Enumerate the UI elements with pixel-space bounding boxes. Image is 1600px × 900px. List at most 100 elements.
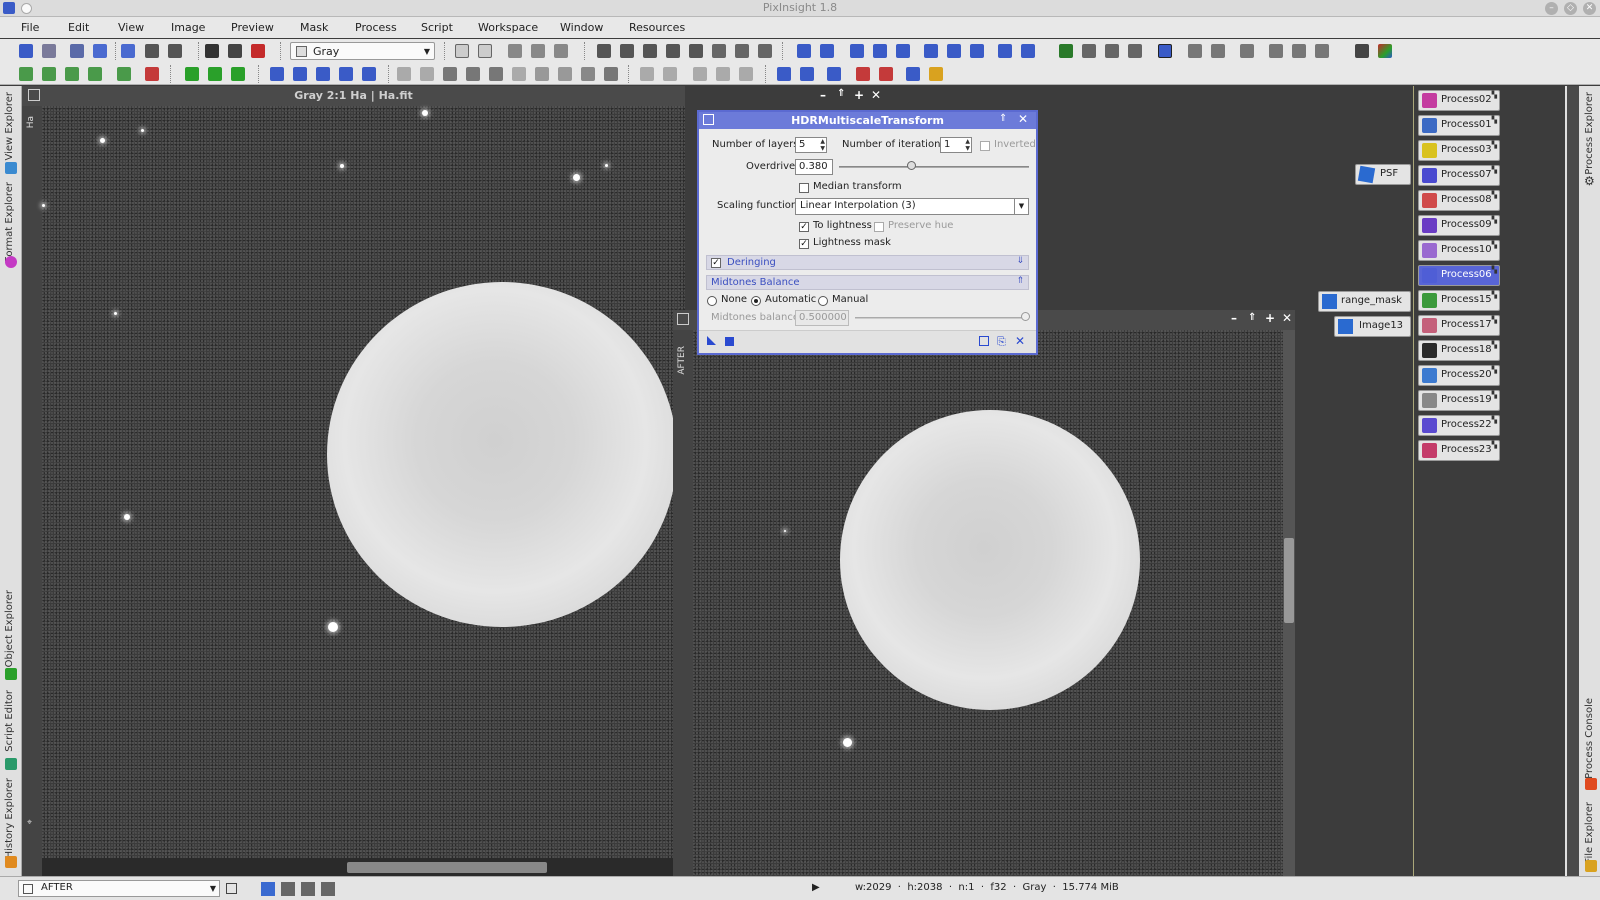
horizontal-scrollbar[interactable] [347, 862, 547, 873]
vertical-scrollbar[interactable] [1283, 330, 1295, 876]
panel-scrollbar[interactable] [1567, 86, 1579, 876]
mask-i-icon[interactable] [581, 67, 595, 81]
browse-doc-icon[interactable] [979, 336, 989, 346]
preview-edit-icon[interactable] [531, 44, 545, 58]
menu-file[interactable]: File [21, 21, 39, 34]
tab-view-explorer[interactable]: View Explorer [2, 92, 20, 176]
monitor-icon[interactable] [777, 67, 791, 81]
desktop-icon-range-mask[interactable]: range_mask [1318, 291, 1411, 312]
zoom-window-icon[interactable]: + [854, 88, 864, 102]
midtones-balance-field[interactable]: 0.500000 [795, 310, 849, 326]
shade-icon[interactable]: – [1231, 311, 1237, 325]
deringing-checkbox[interactable]: ✓ [711, 258, 721, 268]
radio-none[interactable] [707, 296, 717, 306]
tab-object-explorer[interactable]: Object Explorer [2, 590, 20, 682]
radio-automatic[interactable] [751, 296, 761, 306]
process-icon-process23[interactable]: Process23 ▚ [1418, 440, 1500, 461]
channel-b-icon[interactable] [1269, 44, 1283, 58]
explorer-icon-b[interactable] [208, 67, 222, 81]
stf-auto-icon[interactable] [1105, 44, 1119, 58]
view-a-icon[interactable] [640, 67, 654, 81]
mode-a-icon[interactable] [261, 882, 275, 896]
new-image-icon[interactable] [93, 44, 107, 58]
save-as-icon[interactable] [168, 44, 182, 58]
zoom-window-icon[interactable]: + [1265, 311, 1275, 325]
select-icon[interactable] [712, 44, 726, 58]
midtones-balance-section[interactable]: Midtones Balance ⇑ [706, 275, 1029, 290]
process-icon-process17[interactable]: Process17 ▚ [1418, 315, 1500, 336]
view-c-icon[interactable] [693, 67, 707, 81]
menu-mask[interactable]: Mask [300, 21, 328, 34]
transparency-icon[interactable] [1355, 44, 1369, 58]
monitor-g-icon[interactable] [929, 67, 943, 81]
rotate-right-icon[interactable] [293, 67, 307, 81]
midtones-balance-slider[interactable] [855, 317, 1029, 319]
close-window-icon[interactable]: ✕ [871, 88, 881, 102]
radio-manual[interactable] [818, 296, 828, 306]
process-icon-process03[interactable]: Process03 ▚ [1418, 140, 1500, 161]
menu-window[interactable]: Window [560, 21, 603, 34]
view-e-icon[interactable] [739, 67, 753, 81]
menu-image[interactable]: Image [171, 21, 205, 34]
median-transform-checkbox[interactable] [799, 183, 809, 193]
stf-link-icon[interactable] [1082, 44, 1096, 58]
view-d-icon[interactable] [716, 67, 730, 81]
channel-a-icon[interactable] [1315, 44, 1329, 58]
mask-a-icon[interactable] [397, 67, 411, 81]
view-options-icon[interactable] [226, 883, 237, 894]
duplicate-icon[interactable] [70, 44, 84, 58]
channel-g-icon[interactable] [1240, 44, 1254, 58]
zoom-to-fit-icon[interactable] [643, 44, 657, 58]
process-icon-process08[interactable]: Process08 ▚ [1418, 190, 1500, 211]
fit-window-icon[interactable] [924, 44, 938, 58]
preview-delete-icon[interactable] [554, 44, 568, 58]
overdrive-field[interactable]: 0.380 [795, 159, 833, 175]
maximize-icon[interactable]: ◇ [1564, 2, 1577, 15]
monitor-f-icon[interactable] [906, 67, 920, 81]
process-icon-process19[interactable]: Process19 ▚ [1418, 390, 1500, 411]
cascade-icon[interactable] [1021, 44, 1035, 58]
process-icon-process20[interactable]: Process20 ▚ [1418, 365, 1500, 386]
show-mask-icon[interactable] [251, 44, 265, 58]
tab-process-console[interactable]: Process Console [1582, 698, 1600, 790]
pointer-icon[interactable] [758, 44, 772, 58]
process-icon-c[interactable] [65, 67, 79, 81]
preview-icon[interactable] [478, 44, 492, 58]
process-icon-b[interactable] [42, 67, 56, 81]
menu-script[interactable]: Script [421, 21, 453, 34]
desktop-icon-psf[interactable]: PSF [1355, 164, 1411, 185]
mask-icon[interactable] [205, 44, 219, 58]
process-icon-d[interactable] [88, 67, 102, 81]
close-window-icon[interactable]: ✕ [1282, 311, 1292, 325]
channel-r-icon[interactable] [1211, 44, 1225, 58]
side-tool-icons[interactable]: ⌖ [27, 818, 32, 828]
num-layers-spinbox[interactable]: 5 ▲ ▼ [795, 137, 827, 153]
mode-b-icon[interactable] [281, 882, 295, 896]
stf-enable-icon[interactable] [1158, 44, 1172, 58]
mode-c-icon[interactable] [301, 882, 315, 896]
shade-icon[interactable]: – [820, 88, 826, 102]
menu-resources[interactable]: Resources [629, 21, 685, 34]
mask-c-icon[interactable] [443, 67, 457, 81]
new-instance-icon[interactable] [707, 336, 716, 345]
rotate-180-icon[interactable] [316, 67, 330, 81]
color-space-select[interactable]: Gray ▼ [290, 42, 435, 60]
collapse-icon[interactable]: ⇑ [1016, 276, 1024, 286]
readout-icon[interactable] [735, 44, 749, 58]
play-icon[interactable]: ▶ [812, 882, 820, 893]
monitor-c-icon[interactable] [827, 67, 841, 81]
mask-f-icon[interactable] [512, 67, 526, 81]
view-selector[interactable]: AFTER ▼ [18, 880, 220, 897]
spin-arrows-icon[interactable]: ▲ ▼ [820, 138, 825, 152]
mask-b-icon[interactable] [420, 67, 434, 81]
rgb-icon[interactable] [1378, 44, 1392, 58]
close-icon[interactable]: ✕ [1018, 112, 1028, 126]
mirror-h-icon[interactable] [339, 67, 353, 81]
reset-icon[interactable]: ✕ [1015, 334, 1025, 348]
mask-g-icon[interactable] [535, 67, 549, 81]
scroll-thumb[interactable] [1284, 538, 1294, 623]
process-icon-process06[interactable]: Process06 ▚ [1418, 265, 1500, 286]
overdrive-slider-handle[interactable] [907, 161, 917, 170]
shade-icon[interactable]: ⇑ [999, 113, 1007, 124]
mask-d-icon[interactable] [466, 67, 480, 81]
